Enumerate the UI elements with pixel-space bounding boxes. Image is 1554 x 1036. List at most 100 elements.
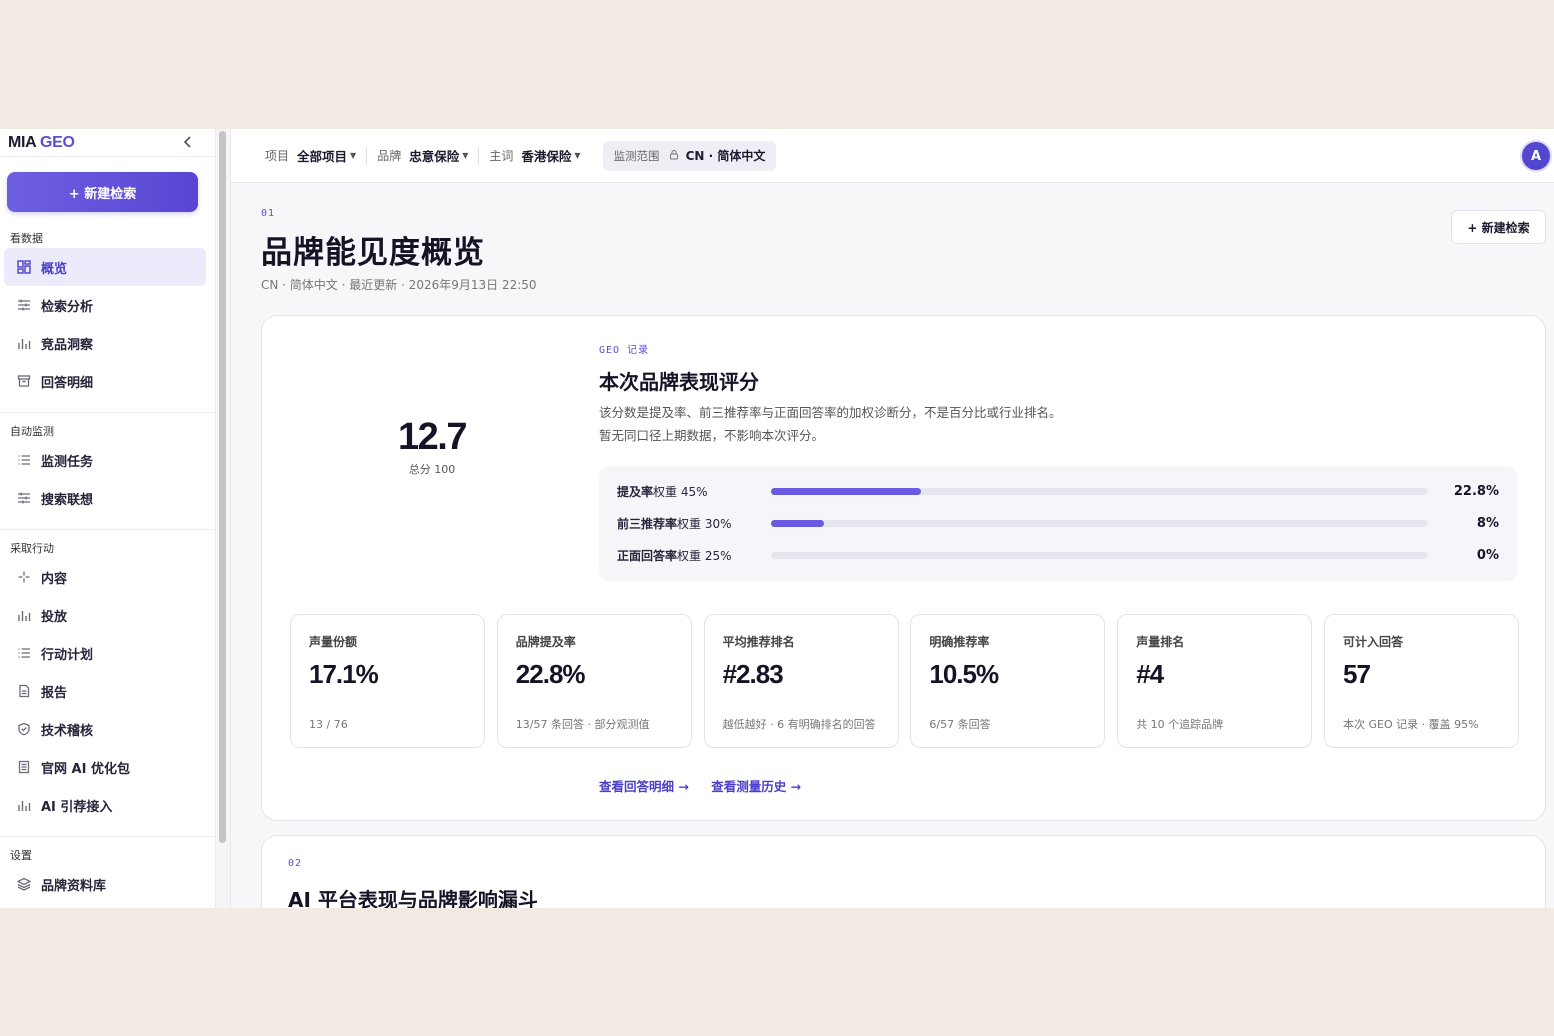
view-history-link[interactable]: 查看测量历史 → bbox=[711, 779, 801, 794]
sliders-icon bbox=[15, 489, 33, 507]
metric-label: 声量排名 bbox=[1136, 635, 1185, 649]
dashboard-icon bbox=[15, 258, 33, 276]
sidebar-item-label: 报告 bbox=[41, 685, 68, 701]
collapse-sidebar-icon[interactable] bbox=[183, 134, 193, 152]
sidebar-nav: 看数据 概览 检索分析 竞品洞察 回答明细 自动监测 监测任务 搜索联想 采取行动 内容 投放 行动计… bbox=[0, 212, 215, 903]
nav-divider bbox=[0, 836, 215, 837]
sidebar-item[interactable]: 投放 bbox=[4, 596, 206, 634]
metric-card[interactable]: 平均推荐排名 #2.83 越低越好 · 6 有明确排名的回答 bbox=[703, 614, 899, 748]
metric-value: #4 bbox=[1136, 659, 1164, 689]
sidebar-scrollbar[interactable] bbox=[216, 129, 231, 908]
weight-label: 正面回答率权重 25% bbox=[617, 548, 732, 563]
sidebar-item[interactable]: 竞品洞察 bbox=[4, 324, 206, 362]
keyword-filter[interactable]: 主词 香港保险 ▼ bbox=[489, 146, 580, 165]
score-value: 12.7 bbox=[398, 416, 467, 458]
weight-progress-track bbox=[771, 551, 1428, 559]
new-search-button[interactable]: + 新建检索 bbox=[7, 172, 198, 212]
layers-icon bbox=[15, 875, 33, 893]
score-description: 该分数是提及率、前三推荐率与正面回答率的加权诊断分，不是百分比或行业排名。 暂无… bbox=[599, 401, 1062, 447]
metric-value: 57 bbox=[1343, 659, 1371, 689]
caret-down-icon: ▼ bbox=[462, 151, 469, 160]
sidebar-item[interactable]: 内容 bbox=[4, 558, 206, 596]
weight-progress-fill bbox=[771, 487, 921, 495]
bar-chart-icon bbox=[15, 606, 33, 624]
weight-progress-fill bbox=[771, 519, 824, 527]
nav-divider bbox=[0, 529, 215, 530]
card-links: 查看回答明细 → 查看测量历史 → bbox=[599, 776, 819, 795]
sidebar-item[interactable]: 搜索联想 bbox=[4, 479, 206, 517]
sidebar-item[interactable]: 官网 AI 优化包 bbox=[4, 748, 206, 786]
filter-value: 全部项目 bbox=[297, 149, 348, 164]
sidebar-item[interactable]: 概览 bbox=[4, 248, 206, 286]
metric-label: 声量份额 bbox=[309, 635, 358, 649]
score-card: 12.7 总分 100 GEO 记录 本次品牌表现评分 该分数是提及率、前三推荐… bbox=[261, 315, 1546, 821]
view-answers-link[interactable]: 查看回答明细 → bbox=[599, 779, 689, 794]
desc-line: 暂无同口径上期数据，不影响本次评分。 bbox=[599, 428, 825, 443]
filter-value: 忠意保险 bbox=[409, 149, 460, 164]
metric-card[interactable]: 声量份额 17.1% 13 / 76 bbox=[290, 614, 485, 748]
metric-subtext: 6/57 条回答 bbox=[929, 718, 991, 731]
list-icon bbox=[15, 644, 33, 662]
metric-value: 10.5% bbox=[929, 659, 999, 689]
sidebar-item-label: 搜索联想 bbox=[41, 492, 94, 508]
sidebar-item[interactable]: 技术稽核 bbox=[4, 710, 206, 748]
filter-key: 主词 bbox=[489, 149, 514, 163]
sidebar-item-label: 官网 AI 优化包 bbox=[41, 761, 130, 777]
weight-row: 正面回答率权重 25% 0% bbox=[617, 545, 1499, 565]
filter-key: 项目 bbox=[265, 149, 290, 163]
logo-row: MIA GEO bbox=[0, 129, 215, 157]
metric-card[interactable]: 明确推荐率 10.5% 6/57 条回答 bbox=[910, 614, 1106, 748]
sidebar-item[interactable]: 行动计划 bbox=[4, 634, 206, 672]
nav-section-label: 自动监测 bbox=[10, 425, 54, 438]
scope-badge: 监测范围 CN · 简体中文 bbox=[602, 140, 777, 171]
weight-progress-track bbox=[771, 487, 1428, 495]
brand-filter[interactable]: 品牌 忠意保险 ▼ bbox=[377, 146, 468, 165]
logo[interactable]: MIA GEO bbox=[8, 134, 75, 152]
app-window: MIA GEO + 新建检索 看数据概览检索分析竞品洞察 回答明细自动监测监测任务… bbox=[0, 129, 1554, 908]
weights-panel: 提及率权重 45% 22.8% 前三推荐率权重 30% 8% 正面回答率权重 25% 0% bbox=[599, 466, 1517, 581]
sidebar-item-label: 内容 bbox=[41, 571, 68, 587]
scrollbar-thumb[interactable] bbox=[219, 131, 226, 843]
sliders-icon bbox=[15, 296, 33, 314]
filter-value: 香港保险 bbox=[521, 149, 572, 164]
filter-separator bbox=[478, 147, 480, 164]
weight-label: 提及率权重 45% bbox=[617, 484, 708, 499]
score-total: 总分 100 bbox=[408, 463, 456, 476]
new-search-button-secondary[interactable]: + 新建检索 bbox=[1451, 210, 1546, 244]
weight-label: 前三推荐率权重 30% bbox=[617, 516, 732, 531]
metric-subtext: 越低越好 · 6 有明确排名的回答 bbox=[722, 718, 876, 731]
nav-section-label: 看数据 bbox=[10, 232, 43, 245]
metric-card[interactable]: 可计入回答 57 本次 GEO 记录 · 覆盖 95% bbox=[1324, 614, 1519, 748]
sidebar-item-label: 检索分析 bbox=[41, 299, 94, 315]
weight-value: 0% bbox=[1476, 547, 1499, 563]
metric-label: 品牌提及率 bbox=[515, 635, 576, 649]
sidebar-item[interactable]: 回答明细 bbox=[4, 362, 206, 400]
metric-value: 22.8% bbox=[515, 659, 586, 689]
avatar[interactable]: A bbox=[1520, 140, 1552, 172]
page-title: 品牌能见度概览 bbox=[261, 235, 485, 271]
sidebar-item[interactable]: 监测任务 bbox=[4, 441, 206, 479]
metric-subtext: 13 / 76 bbox=[309, 718, 348, 731]
caret-down-icon: ▼ bbox=[350, 151, 357, 160]
sidebar-item-label: 监测任务 bbox=[41, 454, 94, 470]
sidebar-item[interactable]: AI 引荐接入 bbox=[4, 786, 206, 824]
sidebar-item[interactable]: 报告 bbox=[4, 672, 206, 710]
logo-accent: GEO bbox=[40, 133, 75, 151]
page-subtitle: CN · 简体中文 · 最近更新 · 2026年9月13日 22:50 bbox=[261, 278, 537, 292]
sidebar-item[interactable]: 品牌资料库 bbox=[4, 865, 206, 903]
project-filter[interactable]: 项目 全部项目 ▼ bbox=[265, 146, 356, 165]
scope-label: 监测范围 bbox=[613, 148, 660, 163]
sidebar-item[interactable]: 检索分析 bbox=[4, 286, 206, 324]
metric-card[interactable]: 品牌提及率 22.8% 13/57 条回答 · 部分观测值 bbox=[496, 614, 692, 748]
weight-row: 前三推荐率权重 30% 8% bbox=[617, 513, 1499, 533]
main-content: 项目 全部项目 ▼ 品牌 忠意保险 ▼ 主词 香港保险 ▼ 监测范围 CN · 简体中文 A… bbox=[231, 129, 1554, 908]
metric-value: #2.83 bbox=[722, 659, 784, 689]
logo-text: MIA bbox=[8, 133, 36, 151]
section-number: 02 bbox=[288, 858, 303, 869]
list-icon bbox=[15, 451, 33, 469]
metric-label: 平均推荐排名 bbox=[722, 635, 795, 649]
geo-record-tag: GEO 记录 bbox=[599, 345, 650, 356]
sidebar-item-label: AI 引荐接入 bbox=[41, 799, 113, 815]
sidebar-item-label: 概览 bbox=[41, 261, 68, 277]
metric-card[interactable]: 声量排名 #4 共 10 个追踪品牌 bbox=[1117, 614, 1313, 748]
